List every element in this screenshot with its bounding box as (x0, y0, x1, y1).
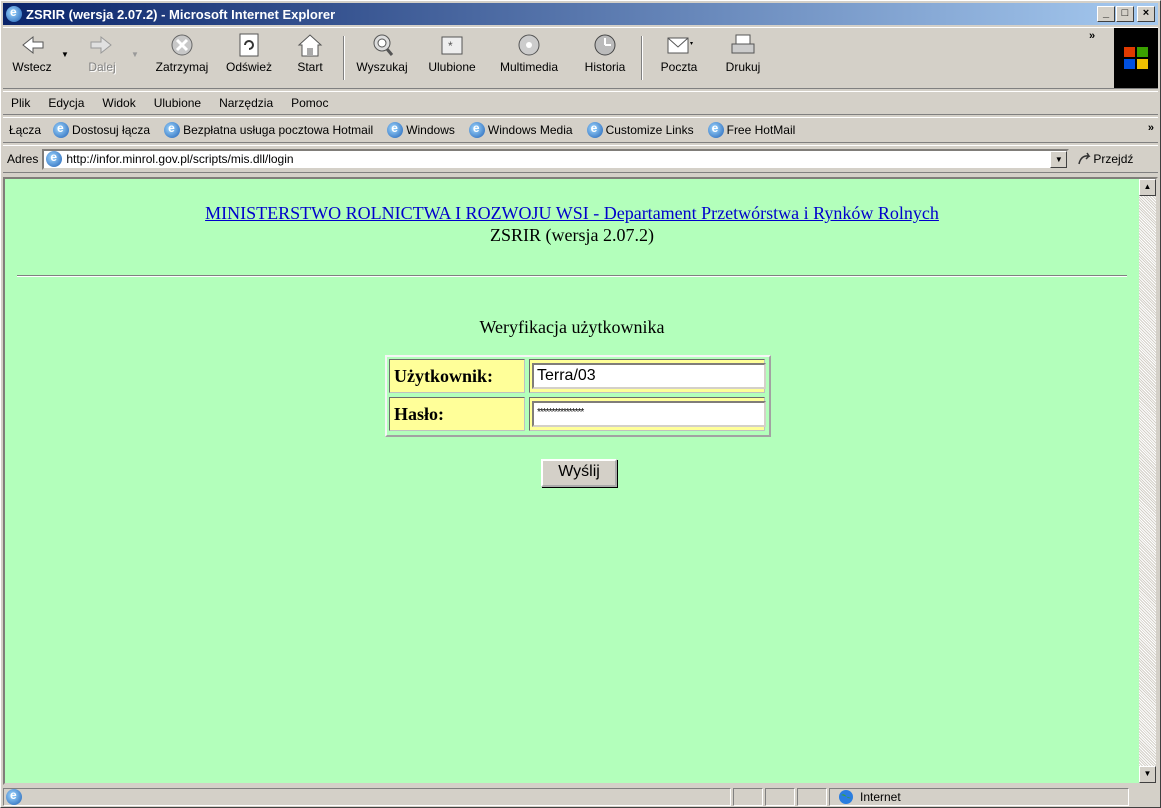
ie-page-icon (53, 121, 70, 138)
home-icon (295, 32, 325, 58)
page-icon (6, 788, 22, 805)
links-label: Łącza (9, 123, 42, 137)
vertical-scrollbar[interactable]: ▲ ▼ (1139, 179, 1156, 783)
go-arrow-icon (1078, 152, 1091, 165)
favorites-icon: * (437, 32, 467, 58)
link-item[interactable]: Bezpłatna usługa pocztowa Hotmail (164, 121, 373, 138)
history-button[interactable]: Historia (575, 32, 635, 84)
history-icon (590, 32, 620, 58)
link-item[interactable]: Windows (387, 121, 455, 138)
browser-window: ZSRIR (wersja 2.07.2) - Microsoft Intern… (0, 0, 1161, 808)
links-more-chevron[interactable]: » (1148, 122, 1154, 134)
search-button[interactable]: Wyszukaj (349, 32, 415, 84)
username-input[interactable]: Terra/03 (532, 363, 766, 389)
link-item[interactable]: Dostosuj łącza (53, 121, 150, 138)
page-icon (46, 150, 63, 167)
print-button[interactable]: Drukuj (715, 32, 771, 84)
printer-icon (728, 32, 758, 58)
submit-button[interactable]: Wyślij (541, 459, 617, 487)
close-button[interactable]: × (1137, 6, 1155, 22)
mail-icon (664, 32, 694, 58)
back-button[interactable]: Wstecz (7, 32, 57, 84)
forward-arrow-icon (87, 32, 117, 58)
login-form: Użytkownik: Terra/03 Hasło: ************… (385, 355, 771, 437)
menu-bar: Plik Edycja Widok Ulubione Narzędzia Pom… (3, 91, 1158, 115)
password-input[interactable]: **************** (532, 401, 766, 427)
status-pane (765, 788, 795, 806)
globe-icon (839, 790, 853, 804)
window-title: ZSRIR (wersja 2.07.2) - Microsoft Intern… (26, 6, 336, 22)
home-button[interactable]: Start (285, 32, 335, 84)
page-viewport: MINISTERSTWO ROLNICTWA I ROZWOJU WSI - D… (3, 177, 1158, 785)
menu-file[interactable]: Plik (3, 96, 40, 110)
scroll-down-button[interactable]: ▼ (1139, 766, 1156, 783)
title-bar[interactable]: ZSRIR (wersja 2.07.2) - Microsoft Intern… (3, 3, 1158, 25)
address-input[interactable]: http://infor.minrol.gov.pl/scripts/mis.d… (42, 148, 1070, 170)
toolbar-more-chevron[interactable]: » (1089, 30, 1095, 42)
status-main (3, 788, 731, 806)
page-content: MINISTERSTWO ROLNICTWA I ROZWOJU WSI - D… (5, 179, 1139, 783)
username-row: Użytkownik: Terra/03 (389, 359, 767, 395)
status-pane (797, 788, 827, 806)
ie-page-icon (164, 121, 181, 138)
svg-text:*: * (448, 39, 453, 53)
app-version: ZSRIR (wersja 2.07.2) (490, 225, 654, 245)
menu-view[interactable]: Widok (94, 96, 145, 110)
menu-help[interactable]: Pomoc (283, 96, 338, 110)
link-item[interactable]: Customize Links (586, 121, 694, 138)
windows-flag-icon (1124, 47, 1148, 69)
verification-heading: Weryfikacja użytkownika (479, 317, 665, 337)
forward-button[interactable]: Dalej (77, 32, 127, 84)
search-icon (367, 32, 397, 58)
toolbar-separator (343, 36, 345, 80)
link-item[interactable]: Windows Media (468, 121, 573, 138)
ie-page-icon (707, 121, 724, 138)
status-bar: Internet (3, 787, 1158, 807)
address-label: Adres (7, 152, 39, 166)
forward-dropdown-icon[interactable]: ▼ (131, 50, 139, 59)
horizontal-rule (17, 275, 1127, 277)
go-button[interactable]: Przejdź (1077, 152, 1133, 166)
ie-page-icon (586, 121, 603, 138)
maximize-button[interactable]: □ (1116, 6, 1134, 22)
ie-page-icon (387, 121, 404, 138)
link-item[interactable]: Free HotMail (707, 121, 795, 138)
media-icon (514, 32, 544, 58)
ie-page-icon (468, 121, 485, 138)
password-row: Hasło: **************** (389, 397, 767, 433)
mail-button[interactable]: Poczta (649, 32, 709, 84)
minimize-button[interactable]: _ (1097, 6, 1115, 22)
username-label: Użytkownik: (389, 359, 525, 393)
username-cell: Terra/03 (529, 359, 766, 393)
stop-icon (167, 32, 197, 58)
back-dropdown-icon[interactable]: ▼ (61, 50, 69, 59)
address-bar: Adres http://infor.minrol.gov.pl/scripts… (3, 145, 1158, 173)
menu-edit[interactable]: Edycja (40, 96, 94, 110)
ie-app-icon (6, 5, 22, 22)
scroll-up-button[interactable]: ▲ (1139, 179, 1156, 196)
stop-button[interactable]: Zatrzymaj (149, 32, 215, 84)
favorites-button[interactable]: * Ulubione (419, 32, 485, 84)
address-dropdown-button[interactable]: ▼ (1050, 150, 1068, 168)
ministry-link[interactable]: MINISTERSTWO ROLNICTWA I ROZWOJU WSI - D… (5, 203, 1139, 224)
menu-favorites[interactable]: Ulubione (146, 96, 211, 110)
toolbar-separator (641, 36, 643, 80)
windows-logo (1114, 28, 1158, 88)
media-button[interactable]: Multimedia (489, 32, 569, 84)
refresh-button[interactable]: Odśwież (219, 32, 279, 84)
refresh-icon (234, 32, 264, 58)
password-label: Hasło: (389, 397, 525, 431)
back-arrow-icon (17, 32, 47, 58)
standard-toolbar: Wstecz ▼ Dalej ▼ Zatrzymaj Odśwież Start… (3, 27, 1158, 89)
security-zone: Internet (829, 788, 1129, 806)
password-cell: **************** (529, 397, 766, 431)
status-pane (733, 788, 763, 806)
links-bar: Łącza Dostosuj łącza Bezpłatna usługa po… (3, 117, 1158, 143)
address-url: http://infor.minrol.gov.pl/scripts/mis.d… (66, 152, 294, 166)
menu-tools[interactable]: Narzędzia (211, 96, 283, 110)
